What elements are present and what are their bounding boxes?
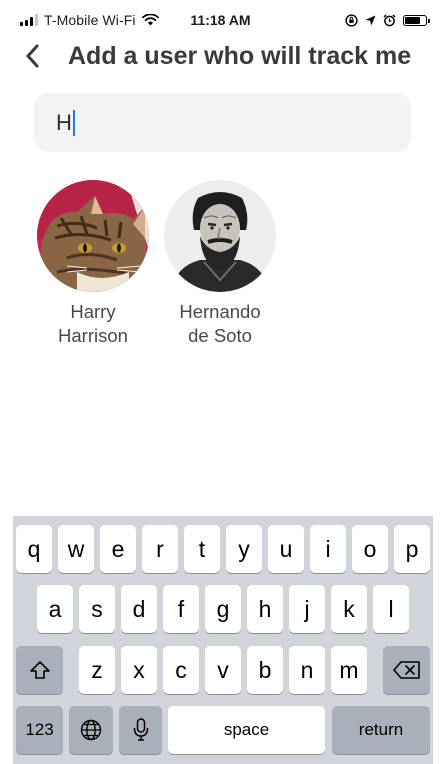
key-x[interactable]: x <box>121 646 157 694</box>
key-j[interactable]: j <box>289 585 325 633</box>
key-q[interactable]: q <box>16 525 52 573</box>
user-result-hernando-de-soto[interactable]: Hernando de Soto <box>160 180 280 348</box>
key-z[interactable]: z <box>79 646 115 694</box>
key-v[interactable]: v <box>205 646 241 694</box>
screen-lock-icon <box>345 13 358 27</box>
key-m[interactable]: m <box>331 646 367 694</box>
return-key[interactable]: return <box>332 706 430 754</box>
key-k[interactable]: k <box>331 585 367 633</box>
delete-key[interactable] <box>383 646 430 694</box>
chevron-left-icon <box>26 44 39 68</box>
shift-key[interactable] <box>16 646 63 694</box>
numbers-key[interactable]: 123 <box>16 706 63 754</box>
screen: T-Mobile Wi-Fi 11:18 AM Add a user who w… <box>0 0 441 764</box>
key-e[interactable]: e <box>100 525 136 573</box>
key-o[interactable]: o <box>352 525 388 573</box>
result-name-last: Harrison <box>58 325 128 346</box>
keyboard-row-2: asdfghjkl <box>13 585 433 633</box>
microphone-icon <box>133 718 148 741</box>
key-i[interactable]: i <box>310 525 346 573</box>
battery-fill <box>405 16 421 24</box>
battery-icon <box>403 14 430 26</box>
key-d[interactable]: d <box>121 585 157 633</box>
key-u[interactable]: u <box>268 525 304 573</box>
keyboard: qwertyuiop asdfghjkl zxcvbnm 123 space r… <box>13 516 433 764</box>
key-c[interactable]: c <box>163 646 199 694</box>
result-name-last: de Soto <box>188 325 252 346</box>
key-p[interactable]: p <box>394 525 430 573</box>
keyboard-row-4: 123 space return <box>13 706 433 754</box>
battery-nub <box>428 18 430 23</box>
back-button[interactable] <box>14 38 50 74</box>
key-h[interactable]: h <box>247 585 283 633</box>
delete-icon <box>392 661 420 679</box>
text-caret <box>72 109 75 136</box>
key-f[interactable]: f <box>163 585 199 633</box>
avatar <box>164 180 276 292</box>
globe-icon <box>80 719 102 741</box>
key-a[interactable]: a <box>37 585 73 633</box>
status-right <box>345 12 430 28</box>
key-s[interactable]: s <box>79 585 115 633</box>
key-l[interactable]: l <box>373 585 409 633</box>
keyboard-row-1: qwertyuiop <box>13 525 433 573</box>
location-arrow-icon <box>365 15 376 26</box>
key-r[interactable]: r <box>142 525 178 573</box>
portrait-engraving-icon <box>164 180 276 292</box>
search-input[interactable]: H <box>34 93 411 152</box>
cat-photo-icon <box>37 180 149 292</box>
microphone-key[interactable] <box>119 706 162 754</box>
key-g[interactable]: g <box>205 585 241 633</box>
shift-icon <box>29 661 50 679</box>
globe-key[interactable] <box>69 706 113 754</box>
space-key[interactable]: space <box>168 706 325 754</box>
key-w[interactable]: w <box>58 525 94 573</box>
search-value: H <box>56 109 72 135</box>
alarm-icon <box>383 13 396 27</box>
result-name-first: Hernando <box>179 301 261 322</box>
status-bar: T-Mobile Wi-Fi 11:18 AM <box>0 0 441 40</box>
avatar <box>37 180 149 292</box>
page-title: Add a user who will track me <box>68 42 412 70</box>
result-name-first: Harry <box>70 301 116 322</box>
key-t[interactable]: t <box>184 525 220 573</box>
key-y[interactable]: y <box>226 525 262 573</box>
user-result-harry-harrison[interactable]: Harry Harrison <box>33 180 153 348</box>
key-n[interactable]: n <box>289 646 325 694</box>
key-b[interactable]: b <box>247 646 283 694</box>
keyboard-row-3: zxcvbnm <box>13 646 433 694</box>
